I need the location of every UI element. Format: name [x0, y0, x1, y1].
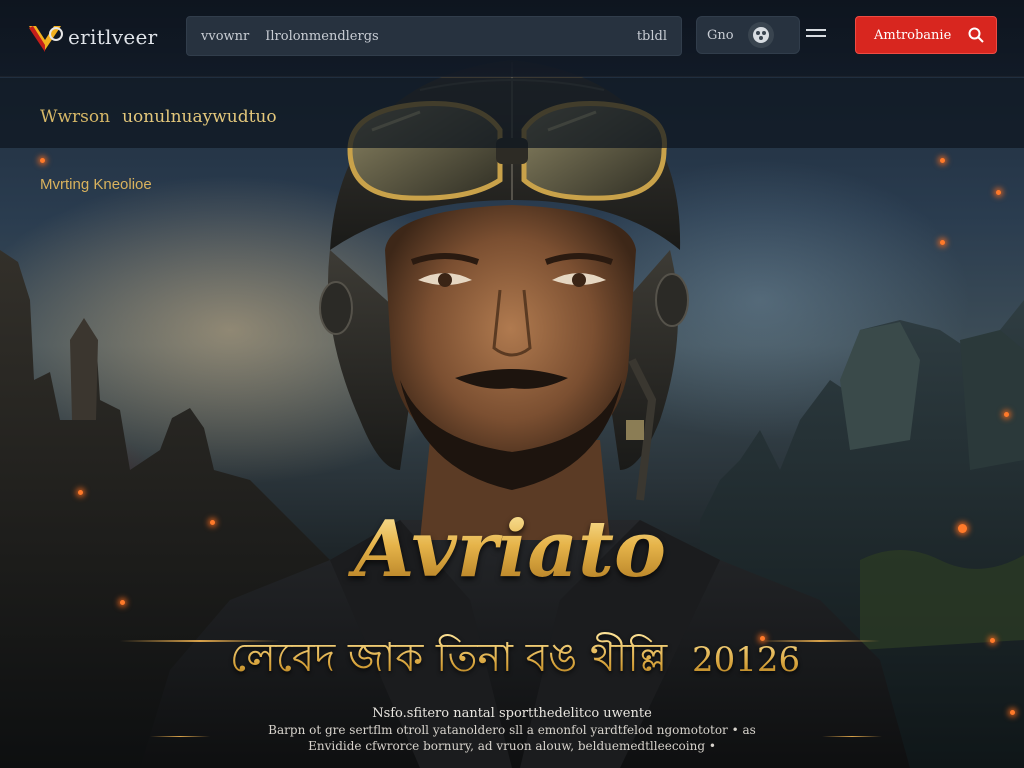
hero-year: 20126	[691, 640, 801, 680]
search-bar[interactable]: vvownr tbldl	[186, 16, 682, 56]
sub-header-title: uonulnuaywudtuo	[122, 107, 277, 127]
sub-header-lead: Wwrson	[40, 107, 111, 127]
avatar-icon	[747, 22, 774, 48]
cta-button[interactable]: Amtrobanie	[855, 16, 997, 54]
logo-text: eritlveer	[68, 25, 158, 49]
hero-subtitle: লেবেদ জাক তিনা বঙ থীল্লি 20126	[120, 632, 910, 686]
credits-line-2: Barpn ot gre sertflm otroll yatanoldero …	[268, 723, 756, 737]
credits-divider-left	[150, 736, 210, 737]
user-chip-label: Gno	[707, 27, 734, 43]
search-icon	[968, 27, 984, 43]
credits-line-1: Nsfo.sfitero nantal sportthedelitco uwen…	[372, 706, 652, 721]
credits-block: Nsfo.sfitero nantal sportthedelitco uwen…	[160, 706, 864, 754]
site-logo[interactable]: eritlveer	[26, 18, 157, 56]
credits-divider-right	[822, 736, 882, 737]
search-prefix-label: vvownr	[201, 28, 250, 44]
menu-icon[interactable]	[806, 25, 826, 43]
hero-title: Avriato	[300, 500, 720, 600]
search-input[interactable]	[263, 27, 623, 45]
hero-subtitle-text: লেবেদ জাক তিনা বঙ থীল্লি	[229, 635, 668, 681]
user-chip[interactable]: Gno	[696, 16, 800, 54]
search-suffix-label: tbldl	[636, 28, 667, 44]
credits-line-3: Envidide cfwrorce bornury, ad vruon alou…	[308, 739, 716, 753]
sub-header-text: Wwrson uonulnuaywudtuo	[40, 107, 277, 127]
top-navigation-bar: eritlveer vvownr tbldl Gno Amtrobanie	[0, 0, 1024, 77]
cta-label: Amtrobanie	[874, 27, 952, 43]
status-text: Mvrting Kneolioe	[40, 176, 152, 193]
logo-mark-icon	[29, 26, 63, 52]
